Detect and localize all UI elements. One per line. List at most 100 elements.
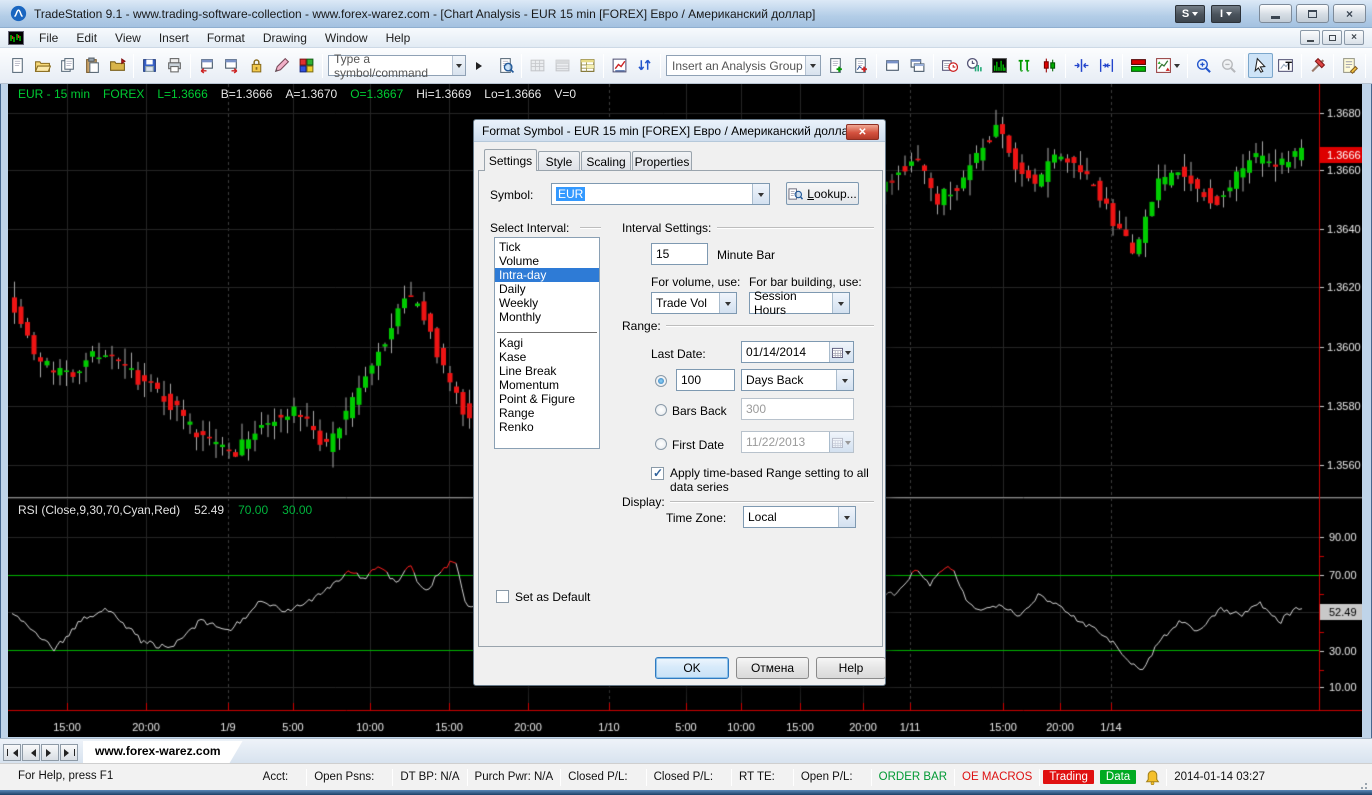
time-zone-combobox[interactable]: Local <box>743 506 856 528</box>
minimize-button[interactable] <box>1259 4 1292 23</box>
new-document-icon[interactable] <box>5 53 30 78</box>
interval-item-monthly[interactable]: Monthly <box>495 310 599 324</box>
sort-time-icon[interactable] <box>632 53 657 78</box>
bars-back-count-input[interactable]: 300 <box>741 398 854 420</box>
menu-item-edit[interactable]: Edit <box>67 29 106 47</box>
chevron-down-icon[interactable] <box>719 293 736 313</box>
bar-spacing-out-icon[interactable] <box>1094 53 1119 78</box>
menu-item-drawing[interactable]: Drawing <box>254 29 316 47</box>
tab-style[interactable]: Style <box>538 151 580 171</box>
time-sales-icon[interactable] <box>962 53 987 78</box>
pointer-icon[interactable] <box>1248 53 1273 78</box>
interval-item-renko[interactable]: Renko <box>495 420 599 434</box>
dialog-titlebar[interactable]: Format Symbol - EUR 15 min [FOREX] Евро … <box>474 120 885 142</box>
chevron-down-icon[interactable] <box>452 56 465 75</box>
tab-properties[interactable]: Properties <box>632 151 692 171</box>
back-period-combobox[interactable]: Days Back <box>741 369 854 391</box>
volume-type-combobox[interactable]: Trade Vol <box>651 292 737 314</box>
calendar-icon[interactable] <box>829 342 853 362</box>
first-date-radio[interactable] <box>655 438 667 450</box>
trade-bars-icon[interactable] <box>1012 53 1037 78</box>
interval-item-point-figure[interactable]: Point & Figure <box>495 392 599 406</box>
days-back-count-input[interactable]: 100 <box>676 369 735 391</box>
window-dup-icon[interactable] <box>905 53 930 78</box>
chart-type-icon[interactable] <box>1151 53 1184 78</box>
volume-profile-icon[interactable] <box>987 53 1012 78</box>
matrix-grid-icon[interactable] <box>575 53 600 78</box>
interval-listbox[interactable]: TickVolumeIntra-dayDailyWeeklyMonthlyKag… <box>494 237 600 449</box>
last-date-picker[interactable]: 01/14/2014 <box>741 341 854 363</box>
workspace-tab[interactable]: www.forex-warez.com <box>83 741 243 763</box>
lock-workspace-icon[interactable] <box>244 53 269 78</box>
days-back-radio[interactable] <box>655 375 667 387</box>
window-forward-icon[interactable] <box>219 53 244 78</box>
chart-text-icon[interactable] <box>1273 53 1298 78</box>
notepad-icon[interactable] <box>1337 53 1362 78</box>
interval-item-line-break[interactable]: Line Break <box>495 364 599 378</box>
insert-symbol-icon[interactable] <box>823 53 848 78</box>
tab-settings[interactable]: Settings <box>484 149 537 171</box>
interval-item-volume[interactable]: Volume <box>495 254 599 268</box>
prev-workspace-button[interactable] <box>22 744 40 761</box>
paste-symbol-icon[interactable] <box>80 53 105 78</box>
first-workspace-button[interactable] <box>3 744 21 761</box>
restore-button[interactable] <box>1296 4 1329 23</box>
chevron-down-icon[interactable] <box>838 507 855 527</box>
interval-item-weekly[interactable]: Weekly <box>495 296 599 310</box>
help-button[interactable]: Help <box>816 657 886 679</box>
cancel-button[interactable]: Отмена <box>736 657 809 679</box>
menu-item-file[interactable]: File <box>30 29 67 47</box>
symbol-lookup-icon[interactable] <box>493 53 518 78</box>
close-button[interactable]: × <box>1333 4 1366 23</box>
workspace-stack-icon[interactable] <box>55 53 80 78</box>
format-painter-icon[interactable] <box>269 53 294 78</box>
create-chart-icon[interactable] <box>607 53 632 78</box>
bars-back-radio[interactable] <box>655 404 667 416</box>
apply-range-checkbox[interactable] <box>651 467 664 480</box>
interval-item-intra-day[interactable]: Intra-day <box>495 268 599 282</box>
ok-button[interactable]: OK <box>655 657 729 679</box>
chevron-down-icon[interactable] <box>836 370 853 390</box>
first-date-picker[interactable]: 11/22/2013 <box>741 431 854 453</box>
candle-style-icon[interactable] <box>1037 53 1062 78</box>
status-trading[interactable]: Trading <box>1043 770 1094 784</box>
window-new-icon[interactable] <box>880 53 905 78</box>
status-data[interactable]: Data <box>1100 770 1136 784</box>
menu-item-insert[interactable]: Insert <box>150 29 198 47</box>
print-icon[interactable] <box>162 53 187 78</box>
child-restore-button[interactable] <box>1322 30 1342 45</box>
analysis-group-combobox[interactable]: Insert an Analysis Group <box>666 55 821 76</box>
resize-grip[interactable] <box>1356 774 1368 786</box>
menu-item-window[interactable]: Window <box>316 29 377 47</box>
interval-item-tick[interactable]: Tick <box>495 240 599 254</box>
chevron-down-icon[interactable] <box>832 293 849 313</box>
session-clock-icon[interactable] <box>937 53 962 78</box>
insert-study-icon[interactable] <box>848 53 873 78</box>
interval-item-range[interactable]: Range <box>495 406 599 420</box>
symbol-combobox[interactable]: EUR <box>551 183 770 205</box>
set-as-default-checkbox[interactable] <box>496 590 509 603</box>
save-desktop-icon[interactable] <box>137 53 162 78</box>
child-close-button[interactable]: × <box>1344 30 1364 45</box>
interval-value-input[interactable]: 15 <box>651 243 708 265</box>
color-settings-icon[interactable] <box>294 53 319 78</box>
bar-style-icon[interactable] <box>1126 53 1151 78</box>
window-back-icon[interactable] <box>194 53 219 78</box>
chevron-down-icon[interactable] <box>752 184 769 204</box>
lookup-button[interactable]: Lookup... <box>786 182 859 205</box>
menu-item-format[interactable]: Format <box>198 29 254 47</box>
menu-item-view[interactable]: View <box>106 29 150 47</box>
menu-item-help[interactable]: Help <box>377 29 420 47</box>
close-workspace-icon[interactable] <box>105 53 130 78</box>
open-workspace-icon[interactable] <box>30 53 55 78</box>
interval-item-kase[interactable]: Kase <box>495 350 599 364</box>
tab-scaling[interactable]: Scaling <box>581 151 631 171</box>
symbol-command-combobox[interactable]: Type a symbol/command <box>328 55 466 76</box>
chevron-down-icon[interactable] <box>805 56 820 75</box>
interval-item-kagi[interactable]: Kagi <box>495 336 599 350</box>
zoom-in-icon[interactable] <box>1191 53 1216 78</box>
dialog-close-button[interactable]: ✕ <box>846 124 879 140</box>
bar-spacing-in-icon[interactable] <box>1069 53 1094 78</box>
bell-icon[interactable] <box>1139 769 1166 786</box>
intraday-data-button[interactable]: I <box>1211 5 1241 23</box>
